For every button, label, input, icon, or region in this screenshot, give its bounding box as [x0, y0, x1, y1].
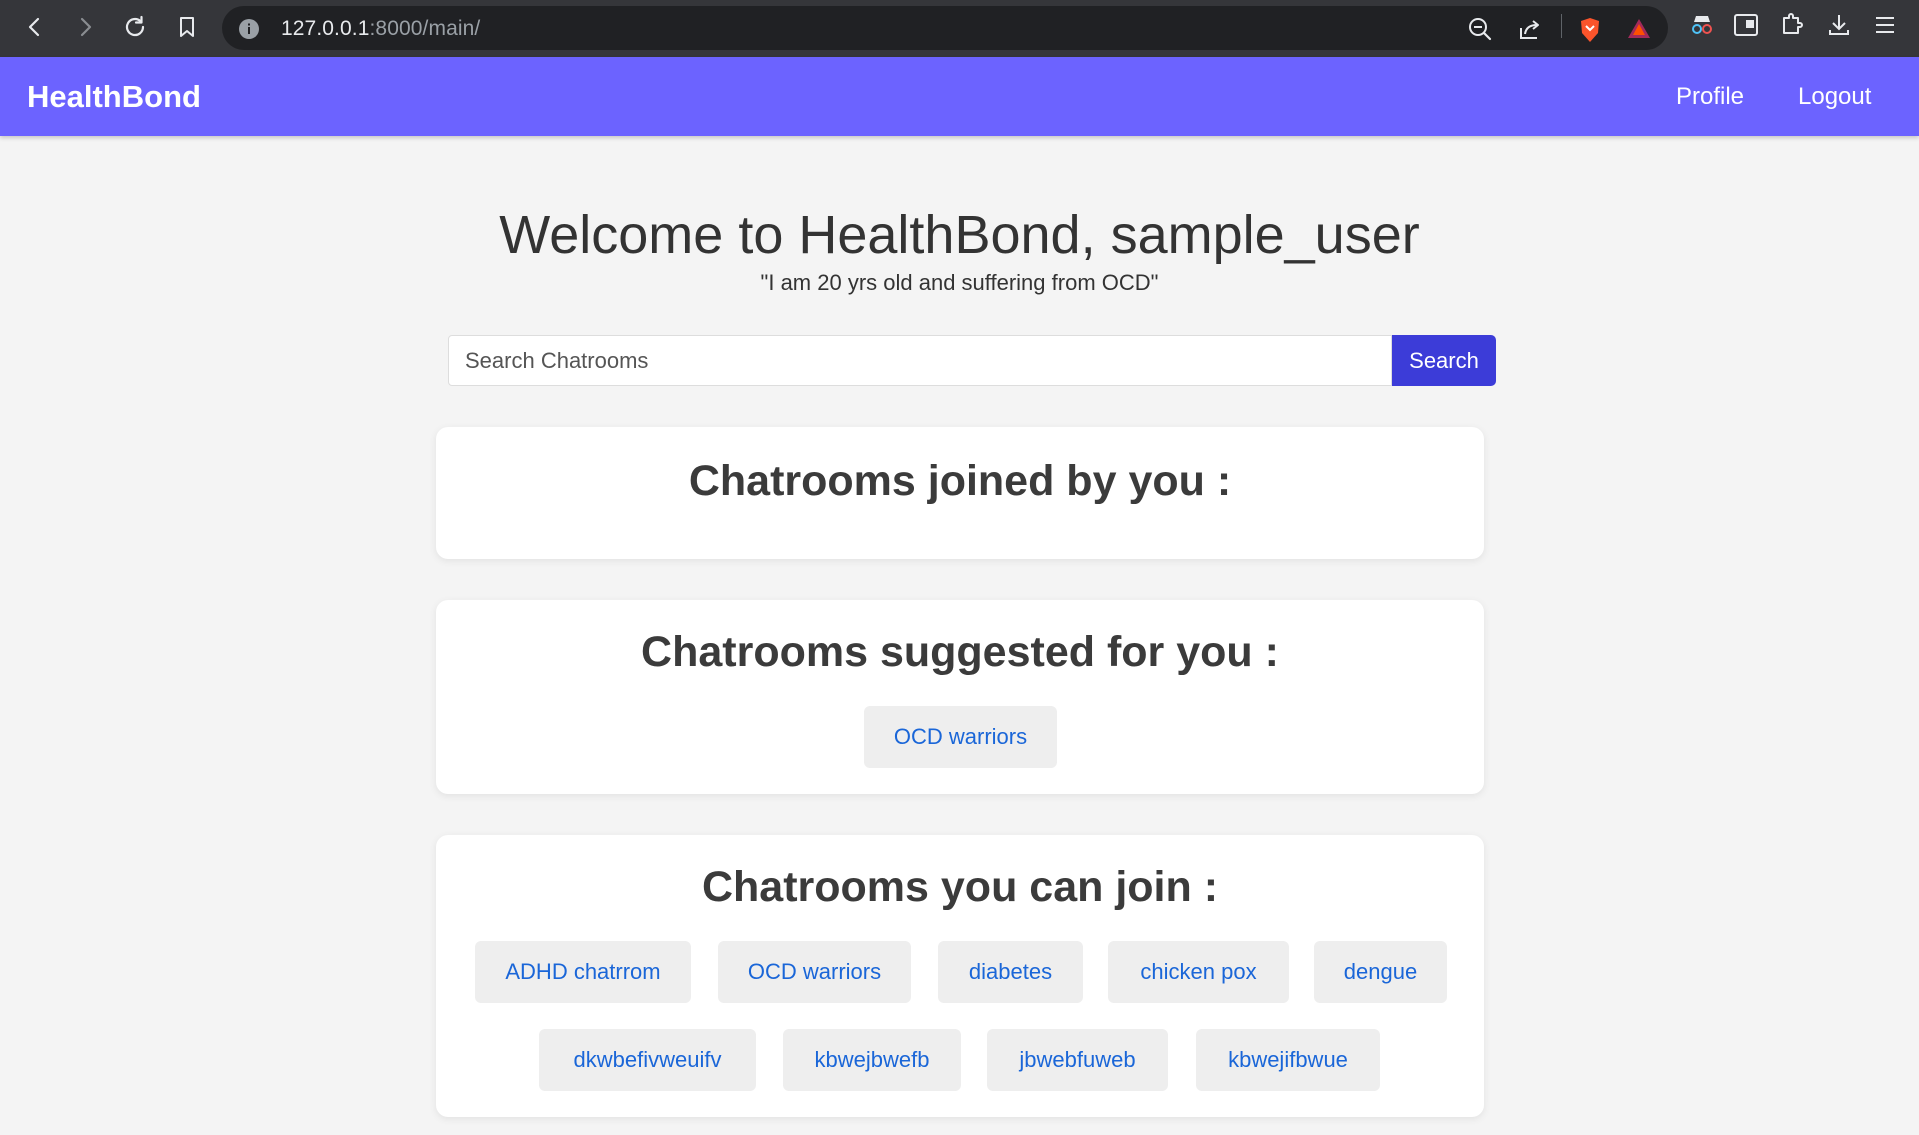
chatroom-link[interactable]: kbwejifbwue — [1196, 1029, 1380, 1091]
available-chatrooms-heading: Chatrooms you can join : — [701, 863, 1219, 911]
suggested-chatrooms-card: Chatrooms suggested for you : OCD warrio… — [436, 600, 1484, 794]
chatroom-link[interactable]: chicken pox — [1108, 941, 1289, 1003]
sidebar-icon — [1734, 14, 1758, 36]
brave-rewards-icon — [1628, 19, 1650, 38]
extension-incognito-icon — [1692, 16, 1712, 34]
url-host: 127.0.0.1 — [281, 17, 370, 40]
brave-shields-icon — [1581, 18, 1599, 42]
chatroom-link[interactable]: dkwbefivweuifv — [539, 1029, 756, 1091]
url-path: :8000/main/ — [369, 17, 481, 40]
nav-logout-link[interactable]: Logout — [1798, 83, 1871, 111]
extensions-icon — [1783, 13, 1803, 34]
forward-arrow-icon — [80, 17, 92, 37]
user-bio-quote: "I am 20 yrs old and suffering from OCD" — [760, 270, 1159, 295]
forward-button[interactable] — [65, 7, 105, 47]
back-button[interactable] — [15, 7, 55, 47]
joined-chatrooms-heading: Chatrooms joined by you : — [688, 457, 1232, 505]
app-navbar: HealthBond Profile Logout — [0, 57, 1919, 136]
chatroom-link[interactable]: diabetes — [938, 941, 1083, 1003]
chatroom-link-suggested[interactable]: OCD warriors — [864, 706, 1057, 768]
share-icon — [1520, 20, 1539, 39]
welcome-heading: Welcome to HealthBond, sample_user — [499, 205, 1420, 265]
url-text: 127.0.0.1:8000/main/ — [281, 17, 480, 41]
search-chatrooms-input[interactable] — [448, 335, 1392, 386]
menu-icon — [1876, 17, 1894, 33]
search-button[interactable]: Search — [1392, 335, 1496, 386]
chatroom-link[interactable]: jbwebfuweb — [987, 1029, 1168, 1091]
reload-icon — [125, 15, 145, 37]
toolbar-separator — [1561, 14, 1562, 38]
brand-logo-text[interactable]: HealthBond — [27, 79, 201, 115]
back-arrow-icon — [28, 17, 40, 37]
download-icon — [1829, 15, 1849, 35]
bookmark-button[interactable] — [167, 7, 207, 47]
chatroom-link[interactable]: dengue — [1314, 941, 1447, 1003]
suggested-chatrooms-heading: Chatrooms suggested for you : — [641, 628, 1279, 676]
bookmark-icon — [180, 17, 194, 37]
browser-toolbar: 127.0.0.1:8000/main/ — [0, 0, 1919, 57]
available-chatrooms-card: Chatrooms you can join : ADHD chatrrom O… — [436, 835, 1484, 1117]
zoom-icon — [1469, 18, 1492, 41]
address-bar[interactable]: 127.0.0.1:8000/main/ — [222, 6, 1668, 50]
nav-profile-link[interactable]: Profile — [1676, 83, 1744, 111]
chatroom-link[interactable]: ADHD chatrrom — [475, 941, 691, 1003]
reload-button[interactable] — [115, 7, 155, 47]
chatroom-link[interactable]: OCD warriors — [718, 941, 911, 1003]
search-form: Search — [448, 335, 1496, 386]
chatroom-link[interactable]: kbwejbwefb — [783, 1029, 961, 1091]
joined-chatrooms-card: Chatrooms joined by you : — [436, 427, 1484, 559]
site-info-icon — [239, 19, 259, 39]
